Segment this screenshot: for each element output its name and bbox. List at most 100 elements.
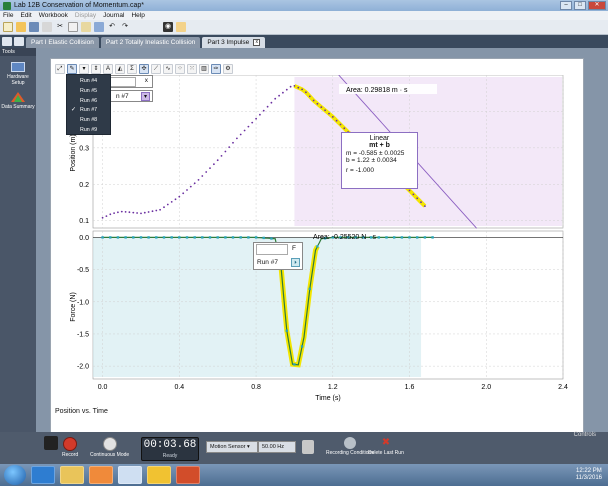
connect-points-icon[interactable]: ⁙ <box>187 64 197 74</box>
run-menu-item[interactable]: Run #8 <box>67 116 110 126</box>
menu-edit[interactable]: Edit <box>20 12 31 19</box>
print-icon[interactable] <box>42 22 52 32</box>
open-folder-icon[interactable] <box>16 22 26 32</box>
close-button[interactable]: ✕ <box>588 1 606 10</box>
continuous-mode-icon <box>102 437 117 451</box>
force-data-point <box>308 287 311 291</box>
controls-bar: Controls Record Continuous Mode 00:03.68… <box>0 432 608 464</box>
tab-inelastic-collision[interactable]: Part 2 Totally Inelastic Collision <box>100 37 201 48</box>
ie-taskbar-icon[interactable] <box>31 466 55 484</box>
force-data-point <box>247 236 250 239</box>
workbook-icon[interactable] <box>44 436 58 450</box>
x-tick-label: 1.2 <box>328 384 338 391</box>
scale-to-fit-icon[interactable]: ⤢ <box>55 64 65 74</box>
position-data-point <box>278 94 280 97</box>
paste-icon[interactable] <box>81 22 91 32</box>
recording-conditions-button[interactable]: Recording Conditions <box>326 437 374 456</box>
run-selector-close[interactable]: x <box>145 77 148 84</box>
force-dropdown-icon[interactable]: ⏵ <box>291 258 300 267</box>
force-color-field[interactable] <box>256 244 288 255</box>
delete-last-run-button[interactable]: ✖ Delete Last Run <box>368 437 404 456</box>
run-dropdown-icon[interactable]: ▾ <box>79 64 89 74</box>
data-summary-tool[interactable]: Data Summary <box>0 92 36 110</box>
page-icon[interactable] <box>14 37 24 46</box>
sample-rate-stepper-icon[interactable] <box>302 440 314 454</box>
position-data-point <box>293 85 296 87</box>
position-data-point <box>236 137 238 140</box>
redo-icon[interactable]: ↷ <box>120 22 130 32</box>
menu-file[interactable]: File <box>3 12 13 19</box>
force-data-point <box>270 237 273 240</box>
tab-elastic-collision[interactable]: Part I Elastic Collision <box>26 37 99 48</box>
run-menu-item[interactable]: Run #5 <box>67 87 110 97</box>
explorer-taskbar-icon[interactable] <box>60 466 84 484</box>
menu-help[interactable]: Help <box>131 12 144 19</box>
graph-settings-icon[interactable]: ⚙ <box>223 64 233 74</box>
position-data-point <box>174 198 177 201</box>
position-data-point <box>266 105 269 108</box>
taskbar-clock: 12:22 PM 11/3/2016 <box>576 468 602 482</box>
smart-tool-icon[interactable]: ✣ <box>139 64 149 74</box>
copy-icon[interactable] <box>68 22 78 32</box>
position-data-point <box>193 182 196 185</box>
camera-icon[interactable]: ◉ <box>163 22 173 32</box>
run-menu-item[interactable]: Run #4 <box>67 77 110 87</box>
data-selection-icon[interactable]: ⇕ <box>91 64 101 74</box>
multiple-axes-icon[interactable]: ▥ <box>199 64 209 74</box>
tab-bar: Part I Elastic Collision Part 2 Totally … <box>0 35 608 48</box>
page-list-icon[interactable] <box>2 37 12 46</box>
minimize-button[interactable]: – <box>560 1 572 10</box>
start-button-icon[interactable] <box>4 465 26 485</box>
curve-fit-icon[interactable]: ∿ <box>163 64 173 74</box>
run-menu-item-selected[interactable]: Run #7 <box>67 106 110 116</box>
force-data-point <box>178 236 181 239</box>
position-data-point <box>120 210 123 213</box>
force-data-point <box>208 236 212 239</box>
maximize-button[interactable]: □ <box>574 1 586 10</box>
force-run-legend[interactable]: F Run #7 ⏵ <box>253 242 303 270</box>
journal-icon[interactable] <box>94 22 104 32</box>
graph-page: ⤢ ✎ ▾ ⇕ A ◭ Σ ✣ ⟋ ∿ ⁘ ⁙ ▥ ✑ ⚙ 0.40.30.20… <box>50 58 584 468</box>
position-data-point <box>424 205 426 208</box>
slope-tool-icon[interactable]: ⟋ <box>151 64 161 74</box>
record-icon <box>63 437 78 451</box>
media-taskbar-icon[interactable] <box>89 466 113 484</box>
add-points-icon[interactable]: ⁘ <box>175 64 185 74</box>
notebook-icon[interactable] <box>176 22 186 32</box>
sample-rate-select[interactable]: 50.00 Hz <box>258 441 296 453</box>
menu-journal[interactable]: Journal <box>103 12 124 19</box>
position-force-graph[interactable]: 0.4 0.3 0.2 0.1 Position (m) Area: 0.29818 … <box>51 75 585 420</box>
y-tick-label: 0.3 <box>79 145 89 152</box>
save-icon[interactable] <box>29 22 39 32</box>
cut-icon[interactable]: ✂ <box>55 22 65 32</box>
select-run-icon[interactable]: ✎ <box>67 64 77 74</box>
statistics-icon[interactable]: Σ <box>127 64 137 74</box>
menu-workbook[interactable]: Workbook <box>39 12 68 19</box>
annotation-icon[interactable]: ✑ <box>211 64 221 74</box>
shield-taskbar-icon[interactable] <box>147 466 171 484</box>
tab-close-icon[interactable]: x <box>253 39 261 46</box>
position-data-point <box>105 215 108 218</box>
position-data-point <box>285 88 288 91</box>
record-button[interactable]: Record <box>62 437 78 458</box>
sensor-select[interactable]: Motion Sensor ▾ <box>206 441 258 453</box>
menu-display[interactable]: Display <box>75 12 96 19</box>
window-title: Lab 12B Conservation of Momentum.cap* <box>14 2 144 9</box>
position-data-point <box>239 133 242 136</box>
continuous-mode-button[interactable]: Continuous Mode <box>90 437 129 458</box>
run-menu-item[interactable]: Run #9 <box>67 126 110 136</box>
run-dropdown-icon[interactable]: ▾ <box>141 92 150 101</box>
tab-impulse[interactable]: Part 3 Impulse x <box>202 37 266 48</box>
new-file-icon[interactable] <box>3 22 13 32</box>
powerpoint-taskbar-icon[interactable] <box>176 466 200 484</box>
capstone-taskbar-icon[interactable] <box>118 466 142 484</box>
run-menu[interactable]: Run #4 Run #5 Run #6 Run #7 Run #8 Run #… <box>66 74 111 135</box>
hardware-setup-tool[interactable]: Hardware Setup <box>0 62 36 86</box>
area-tool-icon[interactable]: ◭ <box>115 64 125 74</box>
force-data-point <box>201 236 204 239</box>
menu-bar: File Edit Workbook Display Journal Help <box>0 11 608 20</box>
undo-icon[interactable]: ↶ <box>107 22 117 32</box>
linear-fit-box[interactable]: Linear mt + b m = -0.585 ± 0.0025 b = 1.… <box>341 132 418 189</box>
run-menu-item[interactable]: Run #6 <box>67 97 110 107</box>
text-tool-icon[interactable]: A <box>103 64 113 74</box>
